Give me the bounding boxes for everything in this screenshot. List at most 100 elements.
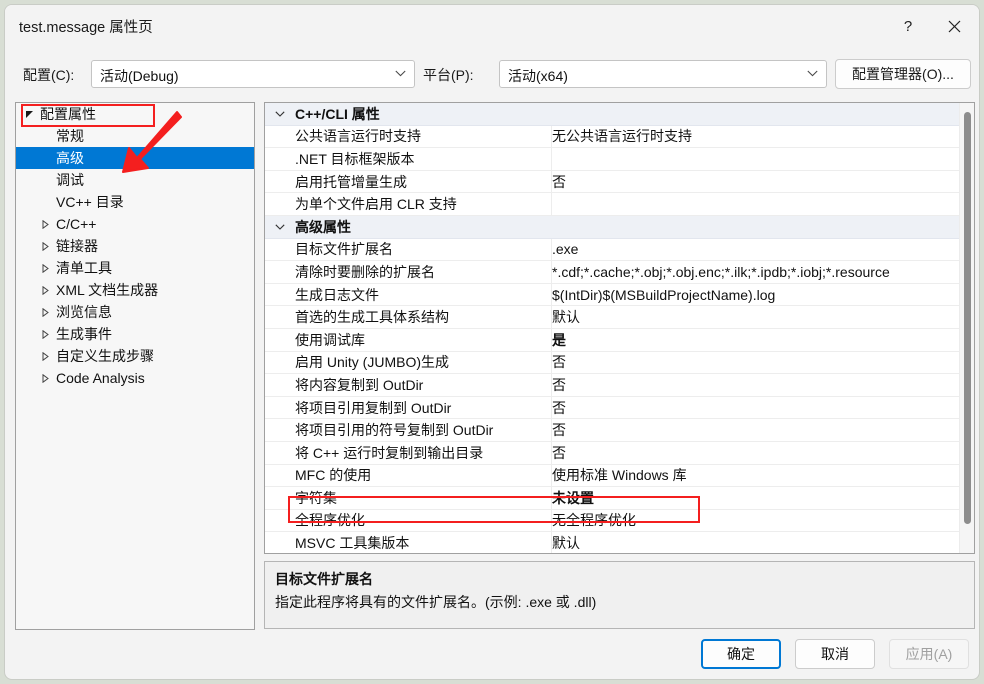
help-button[interactable]: ?: [885, 5, 931, 47]
property-value[interactable]: 是: [552, 329, 959, 351]
tree-item-7[interactable]: 清单工具: [16, 257, 254, 279]
category-label: 高级属性: [295, 218, 351, 235]
tree-item-2[interactable]: 高级: [16, 147, 254, 169]
grid-property-row[interactable]: 全程序优化 无全程序优化: [265, 509, 959, 533]
grid-property-row[interactable]: .NET 目标框架版本: [265, 148, 959, 171]
expander-collapsed-icon[interactable]: [36, 241, 54, 251]
grid-property-row[interactable]: 将项目引用的符号复制到 OutDir 否: [265, 419, 959, 442]
tree-item-label: 清单工具: [56, 260, 112, 276]
expander-collapsed-icon[interactable]: [36, 351, 54, 361]
grid-property-row[interactable]: 目标文件扩展名 .exe: [265, 238, 959, 262]
category-label: C++/CLI 属性: [295, 105, 380, 122]
property-name: 全程序优化: [295, 512, 365, 529]
grid-property-row[interactable]: 将 C++ 运行时复制到输出目录 否: [265, 441, 959, 465]
grid-property-row[interactable]: 使用调试库 是: [265, 328, 959, 352]
tree-item-5[interactable]: C/C++: [16, 213, 254, 235]
property-name: 清除时要删除的扩展名: [295, 263, 435, 280]
tree-item-label: VC++ 目录: [56, 194, 124, 210]
tree-item-label: 生成事件: [56, 326, 112, 342]
ok-button[interactable]: 确定: [701, 639, 781, 669]
property-name: 生成日志文件: [295, 286, 379, 303]
expander-collapsed-icon[interactable]: [36, 307, 54, 317]
grid-property-row[interactable]: 清除时要删除的扩展名 *.cdf;*.cache;*.obj;*.obj.enc;…: [265, 261, 959, 284]
grid-property-row[interactable]: 生成日志文件 $(IntDir)$(MSBuildProjectName).log: [265, 283, 959, 307]
property-name: .NET 目标框架版本: [295, 150, 415, 167]
tree-item-10[interactable]: 生成事件: [16, 323, 254, 345]
grid-property-row[interactable]: 字符集 未设置: [265, 487, 959, 510]
property-value[interactable]: 否: [552, 397, 959, 419]
chevron-down-icon[interactable]: [275, 216, 285, 238]
property-value[interactable]: 否: [552, 419, 959, 441]
cancel-button[interactable]: 取消: [795, 639, 875, 669]
property-grid-scrollbar[interactable]: [959, 103, 974, 553]
property-name: 使用调试库: [295, 331, 365, 348]
property-value[interactable]: [552, 193, 959, 215]
property-name: MSVC 工具集版本: [295, 535, 410, 552]
grid-property-row[interactable]: 公共语言运行时支持 无公共语言运行时支持: [265, 125, 959, 149]
grid-property-row[interactable]: 启用 Unity (JUMBO)生成 否: [265, 351, 959, 375]
close-button[interactable]: [931, 5, 977, 47]
property-name: 字符集: [295, 489, 337, 506]
expander-expanded-icon[interactable]: [20, 110, 38, 119]
property-value[interactable]: 否: [552, 374, 959, 396]
property-value[interactable]: 否: [552, 352, 959, 374]
property-name: 目标文件扩展名: [295, 241, 393, 258]
expander-collapsed-icon[interactable]: [36, 373, 54, 383]
property-tree[interactable]: 配置属性常规高级调试 VC++ 目录 C/C++ 链接器清单工具 XML 文档生成器浏览…: [15, 102, 255, 630]
property-value[interactable]: 无公共语言运行时支持: [552, 126, 959, 148]
grid-category-row[interactable]: 高级属性: [265, 215, 959, 239]
property-value[interactable]: 使用标准 Windows 库: [552, 465, 959, 487]
property-value[interactable]: .exe: [552, 239, 959, 261]
tree-item-4[interactable]: VC++ 目录: [16, 191, 254, 213]
configuration-manager-button[interactable]: 配置管理器(O)...: [835, 59, 971, 89]
tree-item-11[interactable]: 自定义生成步骤: [16, 345, 254, 367]
grid-property-row[interactable]: 首选的生成工具体系结构 默认: [265, 306, 959, 329]
tree-item-6[interactable]: 链接器: [16, 235, 254, 257]
tree-item-1[interactable]: 常规: [16, 125, 254, 147]
expander-collapsed-icon[interactable]: [36, 263, 54, 273]
platform-label: 平台(P):: [423, 67, 474, 83]
expander-collapsed-icon[interactable]: [36, 329, 54, 339]
expander-collapsed-icon[interactable]: [36, 219, 54, 229]
property-value[interactable]: $(IntDir)$(MSBuildProjectName).log: [552, 284, 959, 306]
grid-property-row[interactable]: 将内容复制到 OutDir 否: [265, 374, 959, 397]
chevron-down-icon[interactable]: [275, 103, 285, 125]
grid-property-row[interactable]: MFC 的使用 使用标准 Windows 库: [265, 464, 959, 488]
expander-collapsed-icon[interactable]: [36, 285, 54, 295]
property-value[interactable]: 未设置: [552, 487, 959, 509]
tree-item-label: 链接器: [56, 238, 98, 254]
apply-button: 应用(A): [889, 639, 969, 669]
property-name: 将 C++ 运行时复制到输出目录: [295, 444, 484, 461]
property-name: 为单个文件启用 CLR 支持: [295, 196, 457, 213]
dialog-title: test.message 属性页: [19, 20, 153, 36]
tree-item-9[interactable]: 浏览信息: [16, 301, 254, 323]
grid-property-row[interactable]: MSVC 工具集版本 默认: [265, 532, 959, 553]
property-value[interactable]: 否: [552, 171, 959, 193]
grid-property-row[interactable]: 将项目引用复制到 OutDir 否: [265, 396, 959, 420]
grid-property-row[interactable]: 为单个文件启用 CLR 支持: [265, 193, 959, 216]
description-panel: 目标文件扩展名 指定此程序将具有的文件扩展名。(示例: .exe 或 .dll): [264, 561, 975, 629]
scrollbar-thumb[interactable]: [964, 112, 971, 524]
tree-item-label: 高级: [56, 150, 84, 166]
property-value[interactable]: 无全程序优化: [552, 510, 959, 532]
tree-item-label: 浏览信息: [56, 304, 112, 320]
grid-category-row[interactable]: C++/CLI 属性: [265, 103, 959, 126]
property-value[interactable]: [552, 148, 959, 170]
tree-item-label: 配置属性: [40, 106, 96, 122]
property-value[interactable]: 默认: [552, 306, 959, 328]
property-value[interactable]: 默认: [552, 532, 959, 553]
property-name: 公共语言运行时支持: [295, 128, 421, 145]
tree-item-8[interactable]: XML 文档生成器: [16, 279, 254, 301]
tree-item-12[interactable]: Code Analysis: [16, 367, 254, 389]
property-value[interactable]: *.cdf;*.cache;*.obj;*.obj.enc;*.ilk;*.ip…: [552, 261, 959, 283]
configuration-bar: 配置(C): 活动(Debug) 平台(P): 活动(x64) 配置管理器(O)…: [5, 53, 979, 97]
grid-property-row[interactable]: 启用托管增量生成 否: [265, 170, 959, 194]
tree-item-0[interactable]: 配置属性: [16, 103, 254, 125]
tree-item-3[interactable]: 调试: [16, 169, 254, 191]
configuration-select[interactable]: 活动(Debug): [91, 60, 415, 88]
property-value[interactable]: 否: [552, 442, 959, 464]
property-name: 启用 Unity (JUMBO)生成: [295, 354, 449, 371]
chevron-down-icon: [807, 70, 818, 77]
property-grid[interactable]: C++/CLI 属性公共语言运行时支持 无公共语言运行时支持 .NET 目标框架版本…: [264, 102, 975, 554]
platform-select[interactable]: 活动(x64): [499, 60, 827, 88]
